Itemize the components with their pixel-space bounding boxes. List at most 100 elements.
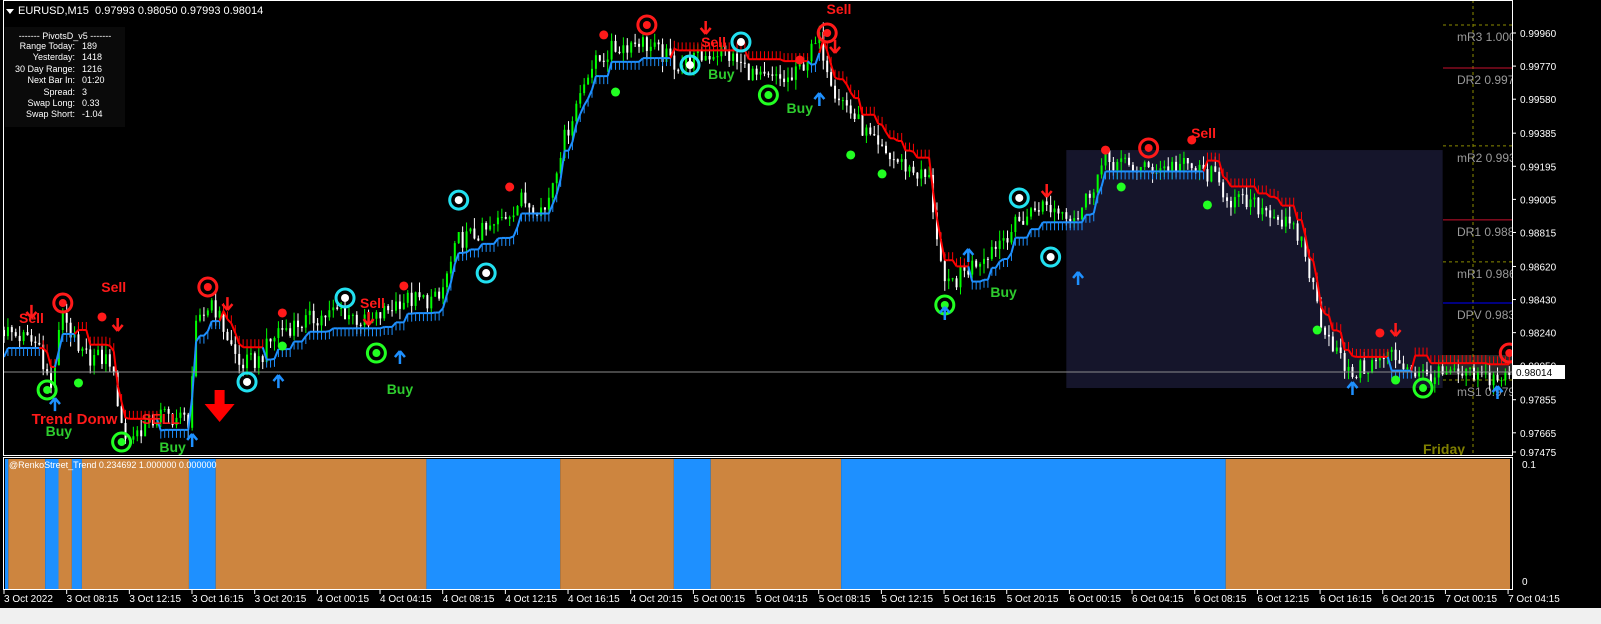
pivot-label-DR1: DR1 0.988 (1457, 225, 1515, 239)
candle-body (885, 145, 887, 154)
candle-body (920, 169, 923, 179)
candle-body (1057, 208, 1060, 214)
candle-body (673, 55, 676, 70)
time-tick-label: 3 Oct 12:15 (129, 594, 181, 605)
candle-body (551, 183, 554, 198)
quote-values: 0.97993 0.98050 0.97993 0.98014 (95, 5, 264, 17)
candle-body (1390, 349, 1393, 352)
dot (877, 169, 887, 179)
chart-canvas[interactable]: mR3 1.000 DR2 0.997 mR2 0.993 DR1 0.988 mR1 … (0, 0, 1601, 624)
dot (399, 281, 409, 291)
candle-body (1273, 216, 1276, 218)
candle-body (775, 74, 778, 76)
candle-body (547, 197, 550, 210)
candle-body (700, 49, 703, 61)
pivot-label-mR2: mR2 0.993 (1457, 151, 1516, 165)
candle-body (226, 331, 229, 341)
candle-body (739, 61, 742, 63)
candle-body (442, 287, 445, 299)
ring-dot (1046, 253, 1055, 262)
candle-body (986, 258, 989, 260)
time-tick-label: 6 Oct 00:15 (1069, 594, 1121, 605)
candle-body (1167, 166, 1170, 172)
price-tick-label: 0.99005 (1520, 195, 1557, 206)
candle-body (410, 292, 413, 306)
candle-body (979, 263, 982, 267)
collapse-triangle-icon[interactable] (6, 8, 14, 14)
candle-body (971, 260, 974, 275)
candle-body (414, 292, 417, 306)
panel-row-value: 1216 (82, 63, 103, 74)
candle-body (1484, 372, 1487, 374)
candle-body (579, 93, 582, 104)
candle-body (783, 78, 786, 83)
time-tick-label: 5 Oct 20:15 (1007, 594, 1059, 605)
candle-body (465, 231, 468, 248)
candle-body (677, 69, 680, 72)
candle-body (594, 55, 597, 69)
trend-line-segment (811, 63, 816, 66)
panel-row-value: 0.33 (82, 98, 100, 109)
trend-line-segment (325, 330, 330, 333)
dot (73, 378, 83, 388)
price-tick-label: 0.98430 (1520, 296, 1557, 307)
time-tick-label: 3 Oct 2022 (4, 594, 53, 605)
candle-body (1077, 218, 1080, 220)
candle-body (1030, 208, 1033, 217)
dot (1375, 328, 1385, 338)
panel-row-value: -1.04 (82, 109, 103, 120)
trend-band-down (58, 459, 72, 589)
panel-row-key: Range Today: (19, 41, 75, 51)
candle-body (1253, 197, 1256, 200)
candle-body (520, 192, 523, 207)
candle-body (1324, 327, 1327, 335)
dot (505, 182, 515, 192)
candle-body (1433, 377, 1436, 385)
candle-body (257, 356, 260, 368)
candle-body (602, 60, 605, 62)
panel-row: Swap Long: 0.33 (5, 98, 125, 109)
candle-body (1237, 194, 1240, 198)
ring-dot (642, 20, 651, 29)
time-tick-label: 7 Oct 00:15 (1445, 594, 1497, 605)
price-tick-label: 0.98240 (1520, 329, 1557, 340)
ring-dot (736, 38, 745, 47)
candle-body (395, 301, 397, 311)
candle-body (218, 310, 221, 318)
candle-body (814, 43, 817, 45)
candle-body (26, 332, 29, 336)
candle-body (34, 341, 37, 343)
candle-body (924, 169, 927, 177)
signal-label-sell: Sell (360, 295, 385, 311)
red-dot-icon (795, 55, 805, 65)
candle-body (810, 43, 813, 62)
candle-body (300, 326, 303, 328)
candle-body (238, 353, 241, 365)
candle-body (1022, 221, 1025, 225)
candle-body (881, 144, 884, 146)
dot (611, 87, 621, 97)
candle-body (214, 300, 217, 318)
candle-body (199, 314, 201, 321)
trend-line-segment (877, 122, 883, 126)
ring-dot (686, 61, 694, 70)
candle-body (1308, 256, 1311, 279)
trend-band-down (81, 459, 189, 589)
candle-body (477, 238, 480, 241)
candle-body (587, 77, 590, 85)
candle-body (1112, 162, 1115, 171)
candle-body (908, 166, 911, 172)
candle-body (751, 68, 754, 81)
candle-body (1096, 174, 1099, 193)
trend-band-down (560, 459, 674, 589)
candle-body (826, 60, 829, 73)
time-tick-label: 3 Oct 16:15 (192, 594, 244, 605)
time-tick-label: 5 Oct 12:15 (881, 594, 933, 605)
candle-body (834, 85, 837, 99)
candle-body (104, 354, 107, 364)
candle-body (928, 174, 931, 177)
candle-body (657, 42, 660, 45)
panel-row: Yesterday: 1418 (5, 52, 125, 63)
candle-body (645, 37, 648, 51)
candle-body (340, 307, 343, 309)
